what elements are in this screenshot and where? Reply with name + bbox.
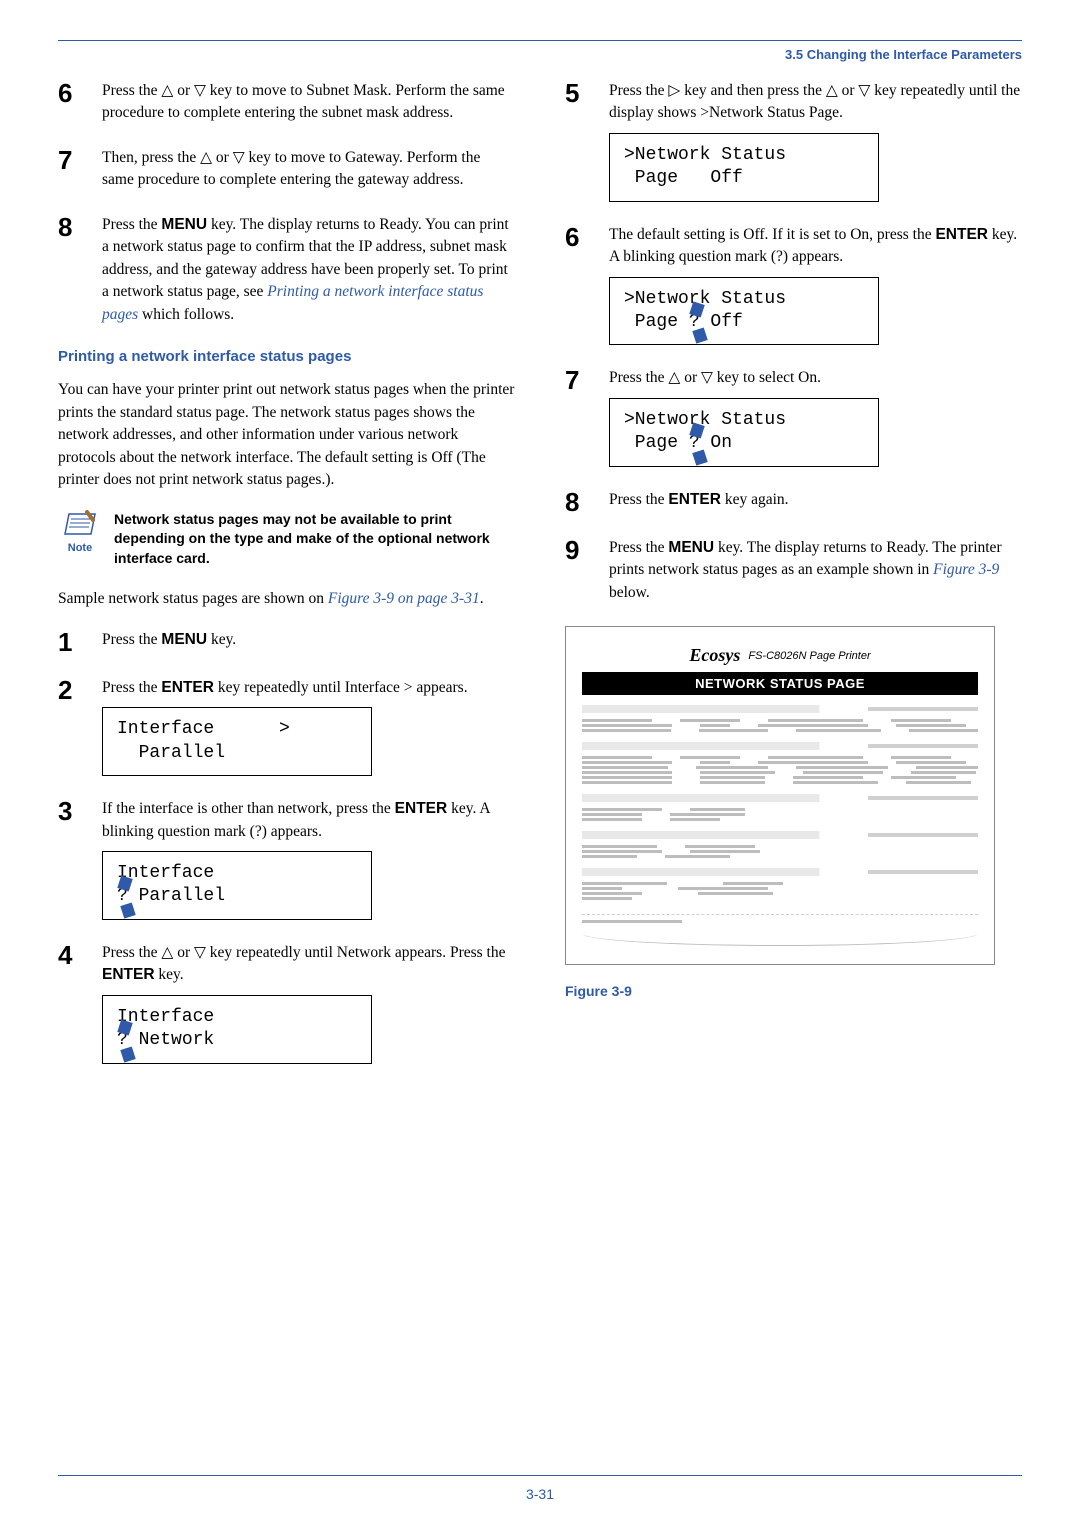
step-number-1: 1 xyxy=(58,629,88,655)
lcd6-line2a: Page xyxy=(624,312,689,332)
lcd7-line2b: On xyxy=(700,433,732,453)
left-column: 6 Press the △ or ▽ key to move to Subnet… xyxy=(58,80,515,1086)
s2-a: Press the xyxy=(102,679,161,696)
step-1-text: Press the MENU key. xyxy=(102,629,515,655)
s2-enter: ENTER xyxy=(161,679,214,696)
sample-a: Sample network status pages are shown on xyxy=(58,590,328,607)
s4-b: key. xyxy=(155,966,184,983)
step-3-text: If the interface is other than network, … xyxy=(102,798,515,920)
step-7-text: Then, press the △ or ▽ key to move to Ga… xyxy=(102,147,515,192)
s3-enter: ENTER xyxy=(395,800,448,817)
note-block: Note Network status pages may not be ava… xyxy=(58,510,515,569)
blink-marker: ? xyxy=(689,432,700,455)
rule-top xyxy=(58,40,1022,41)
step-number-2: 2 xyxy=(58,677,88,776)
step-8-text: Press the MENU key. The display returns … xyxy=(102,214,515,326)
s3-a: If the interface is other than network, … xyxy=(102,800,395,817)
step-number-5: 5 xyxy=(565,80,595,202)
step-6-text: Press the △ or ▽ key to move to Subnet M… xyxy=(102,80,515,125)
s1-menu: MENU xyxy=(161,631,207,648)
step-number-7b: 7 xyxy=(565,367,595,466)
blink-marker: ? xyxy=(117,885,128,908)
step-8b-text: Press the ENTER key again. xyxy=(609,489,1022,515)
lcd-step2: Interface > Parallel xyxy=(102,707,372,776)
step-number-9: 9 xyxy=(565,537,595,604)
section-heading: Printing a network interface status page… xyxy=(58,348,515,365)
step-number-4: 4 xyxy=(58,942,88,1064)
s8-b: key again. xyxy=(721,491,789,508)
figure-section-head xyxy=(582,831,978,839)
lcd-step4: Interface ? Network xyxy=(102,995,372,1064)
menu-key: MENU xyxy=(161,216,207,233)
s8-enter: ENTER xyxy=(668,491,721,508)
s1-b: key. xyxy=(207,631,236,648)
s4-enter: ENTER xyxy=(102,966,155,983)
step-number-6b: 6 xyxy=(565,224,595,346)
figure-title-bar: NETWORK STATUS PAGE xyxy=(582,672,978,695)
lcd6-line2b: Off xyxy=(700,312,743,332)
figure-section-head xyxy=(582,794,978,802)
step-4-text: Press the △ or ▽ key repeatedly until Ne… xyxy=(102,942,515,1064)
sample-paragraph: Sample network status pages are shown on… xyxy=(58,588,515,610)
figure-panel: Ecosys FS-C8026N Page Printer NETWORK ST… xyxy=(565,626,995,965)
lcd7-line2a: Page xyxy=(624,433,689,453)
lcd-step3: Interface ? Parallel xyxy=(102,851,372,920)
s7: Press the △ or ▽ key to select On. xyxy=(609,369,821,386)
s2-b: key repeatedly until Interface > appears… xyxy=(214,679,468,696)
note-text: Network status pages may not be availabl… xyxy=(114,510,515,569)
figure-footer-curve xyxy=(582,931,978,946)
page-header: 3.5 Changing the Interface Parameters xyxy=(58,47,1022,62)
lcd-step6: >Network Status Page ? Off xyxy=(609,277,879,346)
figure-subtitle: FS-C8026N Page Printer xyxy=(748,650,870,662)
figure-section-head xyxy=(582,705,978,713)
figure-section-head xyxy=(582,742,978,750)
page-number: 3-31 xyxy=(0,1486,1080,1502)
s1-a: Press the xyxy=(102,631,161,648)
figure-caption: Figure 3-9 xyxy=(565,983,1022,999)
lcd-step5: >Network Status Page Off xyxy=(609,133,879,202)
s9-a: Press the xyxy=(609,539,668,556)
step-6b-text: The default setting is Off. If it is set… xyxy=(609,224,1022,346)
lcd7-line1: >Network Status xyxy=(624,410,786,430)
s6-enter: ENTER xyxy=(935,226,988,243)
sample-link: Figure 3-9 on page 3-31 xyxy=(328,590,480,607)
figure-logo: Ecosys xyxy=(689,645,740,666)
lcd-step7: >Network Status Page ? On xyxy=(609,398,879,467)
s6-a: The default setting is Off. If it is set… xyxy=(609,226,935,243)
right-column: 5 Press the ▷ key and then press the △ o… xyxy=(565,80,1022,1086)
step-9-text: Press the MENU key. The display returns … xyxy=(609,537,1022,604)
step-number-3: 3 xyxy=(58,798,88,920)
figure-section-head xyxy=(582,868,978,876)
s8-a: Press the xyxy=(609,491,668,508)
step-number-8b: 8 xyxy=(565,489,595,515)
s4-a: Press the △ or ▽ key repeatedly until Ne… xyxy=(102,944,505,961)
lcd3-line2: Parallel xyxy=(128,886,225,906)
s9-c: below. xyxy=(609,584,650,601)
step-5-text: Press the ▷ key and then press the △ or … xyxy=(609,80,1022,202)
figure-wrapper: Ecosys FS-C8026N Page Printer NETWORK ST… xyxy=(565,626,1022,999)
rule-bottom xyxy=(58,1475,1022,1476)
step-7b-text: Press the △ or ▽ key to select On. >Netw… xyxy=(609,367,1022,466)
s9-link: Figure 3-9 xyxy=(933,561,999,578)
s5-a: Press the ▷ key and then press the △ or … xyxy=(609,82,1020,121)
blink-marker: ? xyxy=(689,311,700,334)
s9-menu: MENU xyxy=(668,539,714,556)
lcd4-line2: Network xyxy=(128,1030,214,1050)
step-number-8: 8 xyxy=(58,214,88,326)
sample-b: . xyxy=(480,590,484,607)
step-number-6: 6 xyxy=(58,80,88,125)
note-label: Note xyxy=(58,542,102,554)
step-2-text: Press the ENTER key repeatedly until Int… xyxy=(102,677,515,776)
blink-marker: ? xyxy=(117,1029,128,1052)
lcd6-line1: >Network Status xyxy=(624,289,786,309)
note-icon: Note xyxy=(58,510,102,569)
figure-divider xyxy=(582,914,978,915)
intro-paragraph: You can have your printer print out netw… xyxy=(58,379,515,491)
step-number-7: 7 xyxy=(58,147,88,192)
step8-c: which follows. xyxy=(138,306,234,323)
step8-a: Press the xyxy=(102,216,161,233)
